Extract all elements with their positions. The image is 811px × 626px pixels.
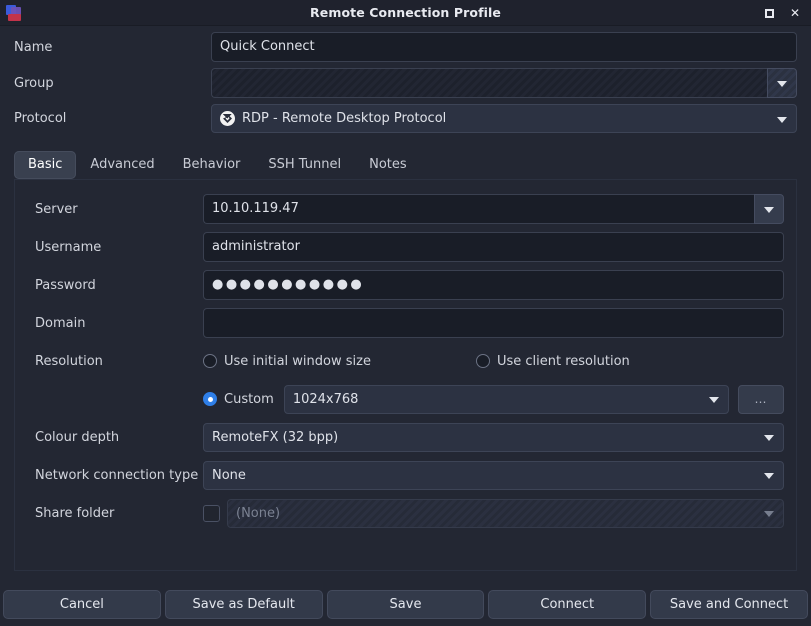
colour-depth-label: Colour depth <box>35 429 120 445</box>
resolution-more-button[interactable]: … <box>738 384 784 414</box>
domain-label: Domain <box>35 315 86 331</box>
radio-use-initial-window-size[interactable]: Use initial window size <box>203 354 371 369</box>
username-label: Username <box>35 239 102 255</box>
share-folder-checkbox[interactable] <box>203 504 220 522</box>
password-input[interactable]: ●●●●●●●●●●● <box>203 270 784 300</box>
chevron-down-icon <box>777 116 787 123</box>
radio-icon <box>203 354 217 368</box>
username-row: Username administrator <box>21 232 784 262</box>
basic-tab-panel: Server 10.10.119.47 Username administrat… <box>14 179 797 571</box>
radio-label: Custom <box>224 391 274 407</box>
save-as-default-button[interactable]: Save as Default <box>164 589 323 619</box>
network-connection-type-value: None <box>212 467 246 483</box>
chevron-down-icon <box>764 473 774 479</box>
name-row: Name Quick Connect <box>14 32 797 62</box>
tab-advanced[interactable]: Advanced <box>76 151 168 179</box>
colour-depth-value: RemoteFX (32 bpp) <box>212 429 339 445</box>
password-label: Password <box>35 277 96 293</box>
save-button[interactable]: Save <box>326 589 485 619</box>
custom-resolution-value: 1024x768 <box>292 391 359 407</box>
rdp-protocol-icon <box>220 111 235 126</box>
protocol-row: Protocol RDP - Remote Desktop Protocol <box>14 104 797 133</box>
protocol-value: RDP - Remote Desktop Protocol <box>242 111 447 126</box>
tab-behavior[interactable]: Behavior <box>169 151 255 179</box>
share-folder-row: Share folder (None) <box>21 498 784 528</box>
group-input[interactable] <box>211 68 767 98</box>
radio-custom-resolution[interactable]: Custom <box>203 392 274 407</box>
group-row: Group <box>14 68 797 98</box>
server-row: Server 10.10.119.47 <box>21 194 784 224</box>
remote-connection-profile-dialog: Remote Connection Profile ✕ Name Quick C… <box>0 0 811 626</box>
maximize-icon[interactable] <box>757 1 781 25</box>
chevron-down-icon <box>764 511 774 517</box>
cancel-button[interactable]: Cancel <box>3 589 161 619</box>
radio-use-client-resolution[interactable]: Use client resolution <box>475 353 630 369</box>
protocol-select[interactable]: RDP - Remote Desktop Protocol <box>211 104 797 133</box>
protocol-label: Protocol <box>14 111 67 126</box>
profile-header-form: Name Quick Connect Group Protocol RDP - … <box>0 26 811 143</box>
tab-ssh-tunnel[interactable]: SSH Tunnel <box>254 151 355 179</box>
name-input[interactable]: Quick Connect <box>211 32 797 62</box>
radio-label: Use client resolution <box>496 353 630 369</box>
username-input[interactable]: administrator <box>203 232 784 262</box>
server-input[interactable]: 10.10.119.47 <box>203 194 754 224</box>
radio-icon <box>203 392 217 406</box>
share-folder-select[interactable]: (None) <box>227 498 784 528</box>
colour-depth-select[interactable]: RemoteFX (32 bpp) <box>203 422 784 452</box>
chevron-down-icon <box>709 397 719 403</box>
share-folder-value: (None) <box>236 505 281 521</box>
group-combo[interactable] <box>211 68 797 98</box>
resolution-row: Resolution Use initial window size Use c… <box>21 346 784 376</box>
password-row: Password ●●●●●●●●●●● <box>21 270 784 300</box>
connect-button[interactable]: Connect <box>488 589 647 619</box>
chevron-down-icon[interactable] <box>754 194 784 224</box>
server-label: Server <box>35 201 78 217</box>
colour-depth-row: Colour depth RemoteFX (32 bpp) <box>21 422 784 452</box>
close-icon[interactable]: ✕ <box>783 1 807 25</box>
group-label: Group <box>14 75 54 91</box>
dialog-button-bar: Cancel Save as Default Save Connect Save… <box>0 586 811 626</box>
remmina-app-icon <box>6 4 24 22</box>
name-label: Name <box>14 39 53 55</box>
tab-notes[interactable]: Notes <box>355 151 421 179</box>
network-connection-type-label: Network connection type <box>35 467 199 483</box>
network-connection-type-row: Network connection type None <box>21 460 784 490</box>
network-connection-type-select[interactable]: None <box>203 460 784 490</box>
chevron-down-icon <box>764 435 774 441</box>
radio-label: Use initial window size <box>224 353 371 369</box>
window-controls: ✕ <box>757 0 807 26</box>
server-combo[interactable]: 10.10.119.47 <box>203 194 784 224</box>
custom-resolution-select[interactable]: 1024x768 <box>283 384 729 414</box>
share-folder-label: Share folder <box>35 505 115 521</box>
radio-icon <box>475 354 490 368</box>
tab-bar: Basic Advanced Behavior SSH Tunnel Notes <box>0 145 811 179</box>
resolution-label: Resolution <box>35 353 103 369</box>
resolution-options: Use initial window size Use client resol… <box>203 354 784 369</box>
save-and-connect-button[interactable]: Save and Connect <box>650 589 808 619</box>
resolution-custom-row: Custom 1024x768 … <box>21 384 784 414</box>
chevron-down-icon[interactable] <box>767 68 797 98</box>
domain-row: Domain <box>21 308 784 338</box>
titlebar: Remote Connection Profile ✕ <box>0 0 811 26</box>
window-title: Remote Connection Profile <box>310 5 501 20</box>
domain-input[interactable] <box>203 308 784 338</box>
tab-basic[interactable]: Basic <box>14 151 77 179</box>
